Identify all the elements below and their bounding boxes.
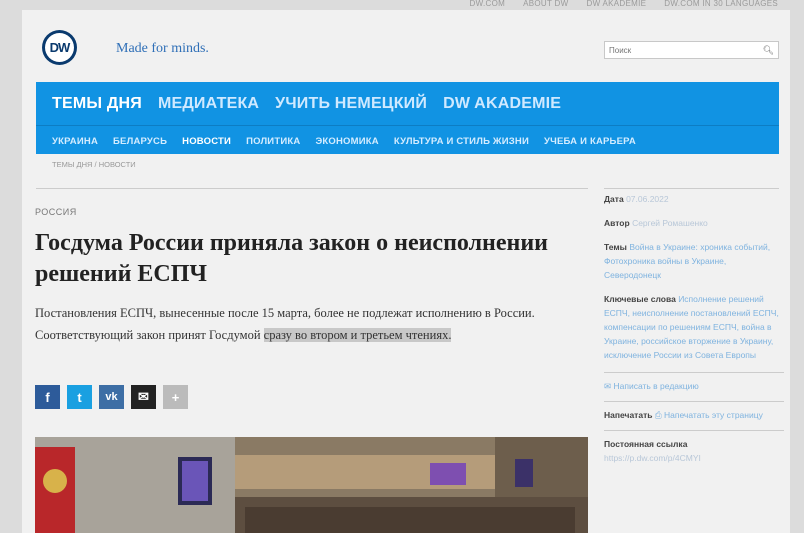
nav-divider — [36, 125, 779, 126]
article-lead: Постановления ЕСПЧ, вынесенные после 15 … — [35, 302, 595, 346]
topbar-link-about[interactable]: ABOUT DW — [523, 0, 568, 10]
slogan: Made for minds. — [116, 41, 209, 56]
logo-text: DW — [45, 33, 74, 62]
twitter-share-icon[interactable]: t — [67, 385, 92, 409]
nav-item-akademie[interactable]: DW AKADEMIE — [443, 95, 561, 113]
breadcrumb[interactable]: ТЕМЫ ДНЯ / НОВОСТИ — [52, 160, 136, 169]
permalink-label: Постоянная ссылка — [604, 439, 688, 449]
search-input[interactable] — [609, 45, 763, 55]
divider — [604, 188, 779, 189]
main-navigation: ТЕМЫ ДНЯ МЕДИАТЕКА УЧИТЬ НЕМЕЦКИЙ DW AKA… — [36, 82, 779, 154]
topbar-link-dwcom[interactable]: DW.COM — [470, 0, 506, 10]
more-share-icon[interactable]: + — [163, 385, 188, 409]
meta-keywords-label: Ключевые слова — [604, 294, 676, 304]
subnav-ukraine[interactable]: УКРАИНА — [52, 136, 98, 147]
nav-sub-row: УКРАИНА БЕЛАРУСЬ НОВОСТИ ПОЛИТИКА ЭКОНОМ… — [52, 136, 636, 147]
meta-topics: Темы Война в Украине: хроника событий, Ф… — [604, 240, 784, 282]
meta-author-label: Автор — [604, 218, 630, 228]
topbar-link-languages[interactable]: DW.COM IN 30 LANGUAGES — [664, 0, 778, 10]
subnav-belarus[interactable]: БЕЛАРУСЬ — [113, 136, 167, 147]
article-meta-sidebar: Дата 07.06.2022 Автор Сергей Ромашенко Т… — [604, 192, 784, 473]
print-page: Напечатать ⎙ Напечатать эту страницу — [604, 401, 784, 422]
permalink-value[interactable]: https://p.dw.com/p/4CMYI — [604, 451, 784, 465]
nav-item-learn-german[interactable]: УЧИТЬ НЕМЕЦКИЙ — [275, 95, 427, 113]
meta-author: Автор Сергей Ромашенко — [604, 216, 784, 230]
email-share-icon[interactable]: ✉ — [131, 385, 156, 409]
meta-topics-label: Темы — [604, 242, 627, 252]
permalink: Постоянная ссылка https://p.dw.com/p/4CM… — [604, 430, 784, 465]
subnav-culture[interactable]: КУЛЬТУРА И СТИЛЬ ЖИЗНИ — [394, 136, 529, 147]
page: DW Made for minds. 🔍︎ ТЕМЫ ДНЯ МЕДИАТЕКА… — [22, 10, 790, 533]
print-icon: ⎙ — [654, 410, 665, 420]
subnav-politics[interactable]: ПОЛИТИКА — [246, 136, 300, 147]
article-category[interactable]: РОССИЯ — [35, 207, 77, 217]
print-label: Напечатать — [604, 410, 653, 420]
facebook-share-icon[interactable]: f — [35, 385, 60, 409]
article-headline: Госдума России приняла закон о неисполне… — [35, 230, 549, 287]
write-editor: ✉ Написать в редакцию — [604, 372, 784, 393]
topbar-link-akademie[interactable]: DW AKADEMIE — [587, 0, 647, 10]
meta-date: Дата 07.06.2022 — [604, 192, 784, 206]
subnav-news[interactable]: НОВОСТИ — [182, 136, 231, 147]
vk-share-icon[interactable]: vk — [99, 385, 124, 409]
meta-date-label: Дата — [604, 194, 624, 204]
nav-main-row: ТЕМЫ ДНЯ МЕДИАТЕКА УЧИТЬ НЕМЕЦКИЙ DW AKA… — [52, 95, 561, 113]
duma-hall-image — [35, 437, 588, 533]
share-buttons: f t vk ✉ + — [35, 385, 188, 409]
search-icon[interactable]: 🔍︎ — [763, 45, 774, 56]
search-box: 🔍︎ — [604, 41, 779, 59]
meta-author-value[interactable]: Сергей Ромашенко — [632, 218, 708, 228]
top-links: DW.COM ABOUT DW DW AKADEMIE DW.COM IN 30… — [470, 0, 778, 10]
write-editor-link[interactable]: Написать в редакцию — [613, 381, 698, 391]
meta-date-value: 07.06.2022 — [626, 194, 669, 204]
lead-highlighted-text: сразу во втором и третьем чтениях. — [263, 328, 452, 342]
divider — [36, 188, 588, 189]
nav-item-media[interactable]: МЕДИАТЕКА — [158, 95, 259, 113]
meta-keywords: Ключевые слова Исполнение решений ЕСПЧ, … — [604, 292, 784, 362]
article-photo — [35, 437, 588, 533]
dw-logo[interactable]: DW — [42, 30, 77, 65]
subnav-education[interactable]: УЧЕБА И КАРЬЕРА — [544, 136, 636, 147]
subnav-economy[interactable]: ЭКОНОМИКА — [315, 136, 378, 147]
print-link[interactable]: Напечатать эту страницу — [664, 410, 763, 420]
nav-item-topics[interactable]: ТЕМЫ ДНЯ — [52, 95, 142, 113]
meta-topics-links[interactable]: Война в Украине: хроника событий, Фотохр… — [604, 242, 770, 280]
